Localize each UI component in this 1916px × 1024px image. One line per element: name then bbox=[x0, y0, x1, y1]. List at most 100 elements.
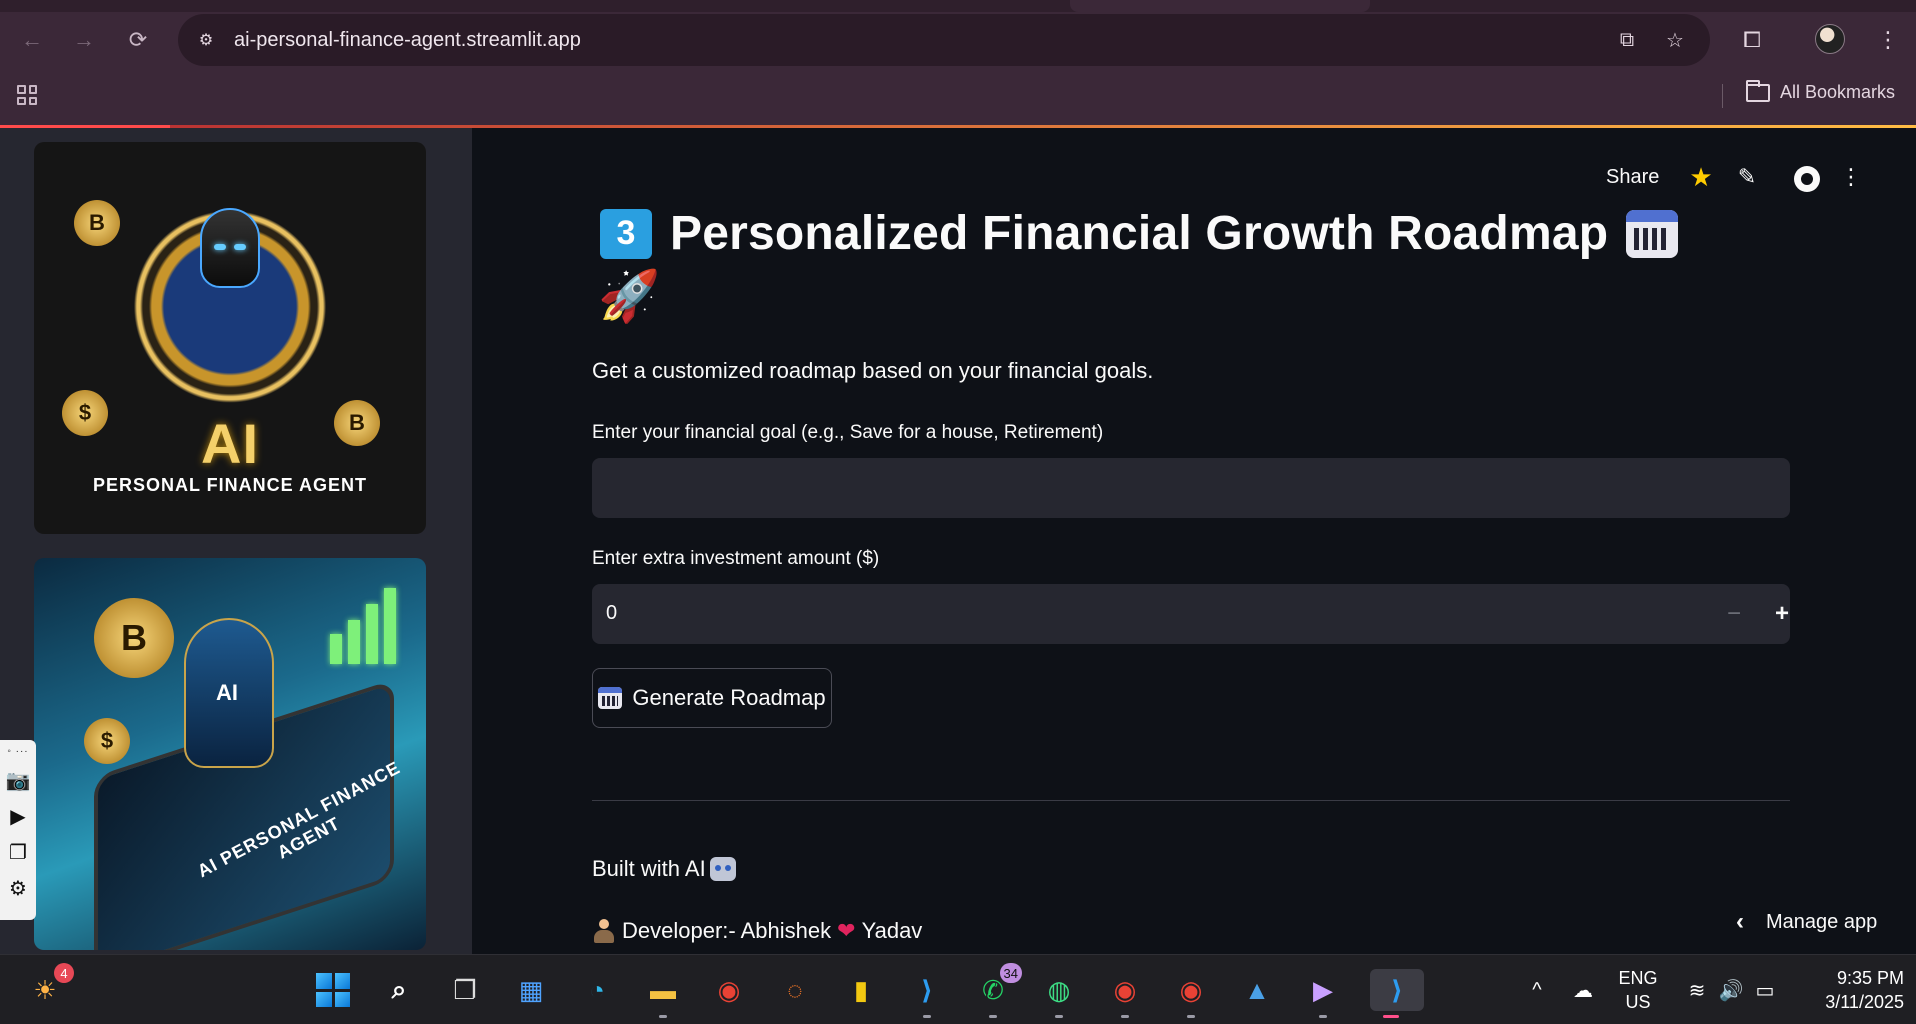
technologist-icon bbox=[592, 919, 616, 943]
bitcoin-coin-icon: B bbox=[74, 200, 120, 246]
robot-figure bbox=[200, 208, 260, 288]
open-external-icon[interactable]: ⧉ bbox=[1614, 27, 1640, 53]
page-title: 3 Personalized Financial Growth Roadmap bbox=[600, 206, 1679, 261]
built-with-ai-text: Built with AI bbox=[592, 856, 736, 882]
toolbar-handle[interactable]: ◦ ··· bbox=[7, 746, 28, 757]
chevron-left-icon: ‹ bbox=[1736, 908, 1744, 935]
edge-browser-icon[interactable]: ◔ bbox=[576, 969, 618, 1011]
app-menu-icon[interactable]: ⋮ bbox=[1836, 162, 1866, 192]
weather-widget-icon[interactable]: ☀ 4 bbox=[24, 963, 74, 1011]
power-bi-icon[interactable]: ▮ bbox=[840, 969, 882, 1011]
main-content: Share ★ ✎ ⋮ 3 Personalized Financial Gro… bbox=[472, 128, 1916, 954]
share-button[interactable]: Share bbox=[1606, 166, 1659, 189]
developer-credit: Developer:- Abhishek ❤ Yadav bbox=[592, 918, 922, 944]
chrome-profile-icon[interactable]: ◉ bbox=[1104, 969, 1146, 1018]
all-bookmarks-label: All Bookmarks bbox=[1780, 82, 1896, 102]
robot-illustration: AI bbox=[184, 618, 274, 768]
floating-capture-toolbar: ◦ ··· 📷 ▶ ❐ ⚙ bbox=[0, 740, 36, 920]
manage-app-button[interactable]: ‹ Manage app bbox=[1736, 908, 1877, 936]
keycap-number-icon: 3 bbox=[600, 208, 652, 259]
calendar-icon bbox=[1626, 209, 1679, 258]
calendar-icon bbox=[598, 687, 623, 709]
amount-field-label: Enter extra investment amount ($) bbox=[592, 548, 880, 569]
developer-prefix: Developer:- Abhishek bbox=[622, 918, 832, 943]
logo-caption: PERSONAL FINANCE AGENT bbox=[92, 475, 368, 495]
active-tab[interactable] bbox=[1070, 0, 1370, 12]
battery-icon[interactable]: ▭ bbox=[1752, 977, 1778, 1003]
volume-icon[interactable]: 🔊 bbox=[1718, 977, 1744, 1003]
heart-icon: ❤ bbox=[837, 918, 856, 943]
wifi-icon[interactable]: ≋ bbox=[1684, 977, 1710, 1003]
profile-avatar[interactable] bbox=[1815, 24, 1845, 54]
store-icon[interactable]: ▦ bbox=[510, 969, 552, 1011]
browser-chrome: ← → ⟳ ⚙ ai-personal-finance-agent.stream… bbox=[0, 0, 1916, 128]
back-icon[interactable]: ← bbox=[14, 22, 50, 58]
dollar-coin-icon: $ bbox=[84, 718, 130, 764]
manage-app-label: Manage app bbox=[1766, 910, 1878, 933]
goal-field-label: Enter your financial goal (e.g., Save fo… bbox=[592, 422, 1104, 443]
investment-amount-input[interactable]: 0 − + bbox=[592, 584, 1790, 644]
reload-icon[interactable]: ⟳ bbox=[120, 22, 156, 58]
bitcoin-coin-icon: B bbox=[94, 598, 174, 678]
windows-logo-icon bbox=[316, 973, 350, 1007]
start-button[interactable] bbox=[312, 969, 354, 1011]
generate-roadmap-button[interactable]: Generate Roadmap bbox=[592, 668, 832, 728]
ai-finance-agent-logo-image: B B $ AI PERSONAL FINANCE AGENT bbox=[34, 142, 426, 534]
all-bookmarks-button[interactable]: All Bookmarks bbox=[1746, 79, 1896, 103]
page-title-text: Personalized Financial Growth Roadmap bbox=[670, 207, 1609, 260]
apps-grid-icon[interactable] bbox=[14, 82, 40, 108]
increment-button[interactable]: + bbox=[1762, 594, 1802, 634]
bookmarks-separator bbox=[1722, 84, 1723, 108]
github-icon[interactable] bbox=[1794, 166, 1820, 192]
windows-icon[interactable]: ❐ bbox=[5, 839, 31, 865]
loading-app-icon[interactable]: ◍ bbox=[1038, 969, 1080, 1018]
show-hidden-icons-chevron-icon[interactable]: ^ bbox=[1524, 977, 1550, 1003]
photos-icon[interactable]: ▲ bbox=[1236, 969, 1278, 1011]
file-explorer-icon[interactable]: ▬ bbox=[642, 969, 684, 1018]
extensions-icon[interactable]: ⧠ bbox=[1734, 22, 1770, 58]
whatsapp-badge: 34 bbox=[999, 963, 1022, 983]
sidebar[interactable]: B B $ AI PERSONAL FINANCE AGENT AI B $ A… bbox=[0, 128, 472, 954]
financial-goal-input[interactable] bbox=[592, 458, 1790, 518]
video-icon[interactable]: ▶ bbox=[5, 803, 31, 829]
jupyter-icon[interactable]: ◌ bbox=[774, 969, 816, 1011]
generate-roadmap-label: Generate Roadmap bbox=[632, 685, 826, 710]
divider bbox=[592, 800, 1790, 801]
url-text[interactable]: ai-personal-finance-agent.streamlit.app bbox=[234, 29, 581, 52]
chrome-profile-2-icon[interactable]: ◉ bbox=[1170, 969, 1212, 1018]
address-bar[interactable]: ⚙ ai-personal-finance-agent.streamlit.ap… bbox=[178, 14, 1710, 66]
windows-taskbar: ☀ 4 ⌕ ❐ ▦ ◔ ▬ ◉ ◌ ▮ ⟩ ✆ 34 ◍ ◉ ◉ ▲ ▶ ⟩ ^ ☁… bbox=[0, 954, 1916, 1024]
language-code: ENG bbox=[1618, 968, 1658, 988]
folder-icon bbox=[1746, 79, 1770, 102]
whatsapp-icon[interactable]: ✆ 34 bbox=[972, 963, 1022, 1018]
task-view-icon[interactable]: ❐ bbox=[444, 969, 486, 1011]
clock-time: 9:35 PM bbox=[1836, 968, 1904, 988]
onedrive-cloud-icon[interactable]: ☁ bbox=[1570, 977, 1596, 1003]
weather-badge: 4 bbox=[54, 963, 74, 983]
bookmarks-bar: All Bookmarks bbox=[0, 76, 1916, 118]
browser-menu-icon[interactable]: ⋮ bbox=[1870, 22, 1906, 58]
language-indicator[interactable]: ENG US bbox=[1616, 966, 1660, 1014]
clock[interactable]: 9:35 PM 3/11/2025 bbox=[1800, 966, 1904, 1014]
bookmark-star-icon[interactable]: ☆ bbox=[1662, 27, 1688, 53]
rocket-icon: 🚀 bbox=[598, 268, 661, 324]
edit-pencil-icon[interactable]: ✎ bbox=[1732, 162, 1762, 192]
vscode-active-icon[interactable]: ⟩ bbox=[1370, 969, 1424, 1018]
camera-icon[interactable]: 📷 bbox=[5, 767, 31, 793]
developer-suffix: Yadav bbox=[861, 918, 923, 943]
investment-amount-value[interactable]: 0 bbox=[606, 602, 617, 625]
forward-icon[interactable]: → bbox=[66, 22, 102, 58]
media-player-icon[interactable]: ▶ bbox=[1302, 969, 1344, 1018]
tab-strip bbox=[0, 0, 1916, 12]
vscode-icon[interactable]: ⟩ bbox=[906, 969, 948, 1018]
search-icon[interactable]: ⌕ bbox=[378, 969, 420, 1011]
robot-icon bbox=[709, 857, 736, 881]
clock-date: 3/11/2025 bbox=[1825, 992, 1904, 1012]
settings-gear-icon[interactable]: ⚙ bbox=[5, 875, 31, 901]
site-settings-icon[interactable]: ⚙ bbox=[194, 28, 218, 52]
decrement-button[interactable]: − bbox=[1714, 594, 1754, 634]
chrome-icon[interactable]: ◉ bbox=[708, 969, 750, 1011]
ai-finance-agent-phone-image: AI B $ AI PERSONAL FINANCE AGENT bbox=[34, 558, 426, 950]
growth-bars-graphic bbox=[330, 588, 396, 664]
favorite-star-icon[interactable]: ★ bbox=[1686, 162, 1716, 192]
